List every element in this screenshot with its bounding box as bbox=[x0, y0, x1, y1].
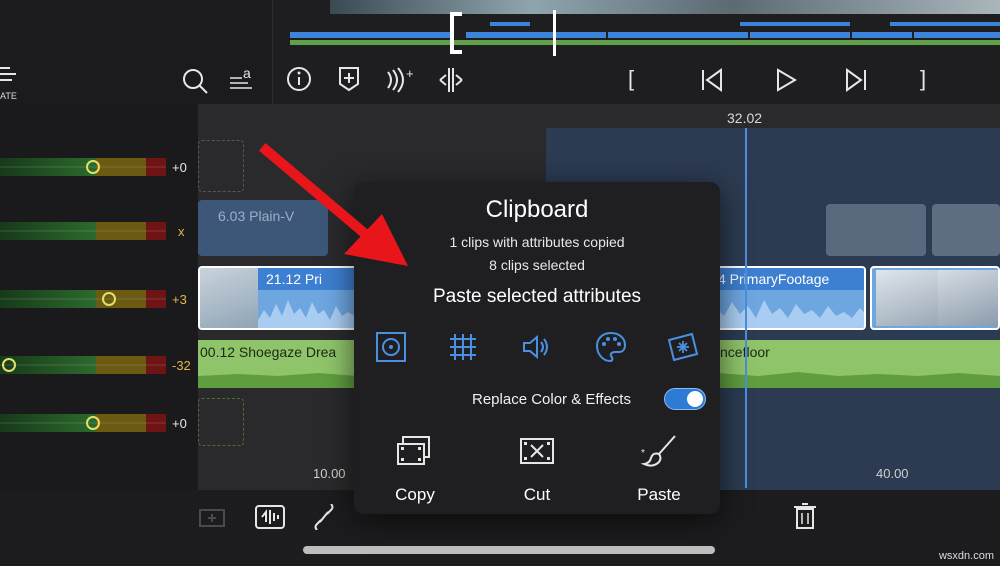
info-icon[interactable] bbox=[286, 66, 312, 92]
svg-text:a: a bbox=[243, 66, 251, 81]
skip-back-icon[interactable] bbox=[700, 68, 724, 92]
add-voiceover-icon[interactable]: + bbox=[384, 66, 416, 94]
audio-detach-icon[interactable] bbox=[254, 504, 286, 530]
split-icon[interactable] bbox=[438, 66, 464, 94]
left-panel-label: ATE bbox=[0, 91, 17, 101]
inspector-top-left: ATE a bbox=[0, 0, 273, 104]
paste-attributes-heading: Paste selected attributes bbox=[432, 286, 642, 307]
clip-label: 21.12 Pri bbox=[266, 271, 323, 287]
track-meter[interactable] bbox=[0, 158, 166, 176]
paste-brush-icon: * bbox=[640, 435, 676, 467]
replace-color-effects-label: Replace Color & Effects bbox=[472, 391, 631, 408]
copy-button[interactable]: Copy bbox=[370, 434, 460, 505]
track-volume: +0 bbox=[172, 416, 187, 431]
track-meter[interactable] bbox=[0, 414, 166, 432]
annotation-arrow bbox=[258, 142, 408, 266]
primary-clip[interactable]: 21.12 Pri bbox=[198, 266, 358, 330]
skip-forward-icon[interactable] bbox=[844, 68, 868, 92]
play-icon[interactable] bbox=[774, 68, 798, 92]
track-volume: +3 bbox=[172, 292, 187, 307]
svg-text:*: * bbox=[641, 448, 645, 459]
svg-text:+: + bbox=[406, 66, 414, 81]
empty-clip-slot[interactable] bbox=[198, 140, 244, 192]
mark-in-button[interactable]: [ bbox=[628, 66, 634, 92]
paste-label: Paste bbox=[637, 485, 681, 504]
search-icon[interactable] bbox=[182, 68, 210, 96]
transform-attribute-icon[interactable] bbox=[374, 330, 408, 364]
track-volume: +0 bbox=[172, 160, 187, 175]
track-meter[interactable] bbox=[0, 356, 166, 374]
template-icon[interactable] bbox=[0, 64, 20, 88]
timeline-overview[interactable] bbox=[290, 22, 1000, 48]
mark-out-button[interactable]: ] bbox=[920, 66, 926, 92]
add-clip-icon[interactable] bbox=[198, 504, 228, 528]
clip-label: 00.12 Shoegaze Drea bbox=[200, 344, 337, 360]
ruler-mark: 40.00 bbox=[876, 466, 909, 481]
playhead-timecode: 32.02 bbox=[727, 110, 763, 126]
ruler-mark: 10.00 bbox=[313, 466, 346, 481]
cut-label: Cut bbox=[523, 485, 551, 504]
track-meter[interactable] bbox=[0, 290, 166, 308]
watermark: wsxdn.com bbox=[938, 550, 994, 562]
cut-button[interactable]: Cut bbox=[492, 434, 582, 505]
home-indicator[interactable] bbox=[303, 546, 715, 554]
playhead[interactable] bbox=[745, 128, 747, 488]
track-volume: x bbox=[178, 224, 185, 239]
volume-attribute-icon[interactable] bbox=[520, 330, 554, 364]
primary-clip[interactable]: 4 PrimaryFootage bbox=[706, 266, 866, 330]
color-palette-attribute-icon[interactable] bbox=[594, 330, 628, 364]
track-volume: -32 bbox=[172, 358, 191, 373]
video-preview-strip bbox=[330, 0, 1000, 14]
overview-playhead[interactable] bbox=[553, 10, 556, 56]
timeline-ruler[interactable] bbox=[198, 104, 1000, 128]
clip-label: 4 PrimaryFootage bbox=[718, 271, 830, 287]
crop-grid-attribute-icon[interactable] bbox=[446, 330, 480, 364]
copy-icon bbox=[397, 436, 430, 465]
broll-clip[interactable] bbox=[932, 204, 1000, 256]
paste-button[interactable]: * Paste bbox=[614, 434, 704, 505]
replace-color-effects-toggle[interactable] bbox=[664, 388, 706, 410]
text-search-icon[interactable]: a bbox=[228, 66, 258, 94]
overview-range-bracket[interactable] bbox=[450, 12, 462, 54]
add-marker-icon[interactable] bbox=[338, 66, 360, 92]
cut-icon bbox=[520, 438, 554, 464]
broll-clip[interactable] bbox=[826, 204, 926, 256]
link-icon[interactable] bbox=[312, 504, 336, 530]
delete-icon[interactable] bbox=[792, 502, 818, 530]
primary-clip[interactable] bbox=[870, 266, 1000, 330]
effects-attribute-icon[interactable] bbox=[666, 330, 700, 364]
track-meter[interactable] bbox=[0, 222, 166, 240]
copy-label: Copy bbox=[395, 485, 435, 504]
empty-audio-slot[interactable] bbox=[198, 398, 244, 446]
